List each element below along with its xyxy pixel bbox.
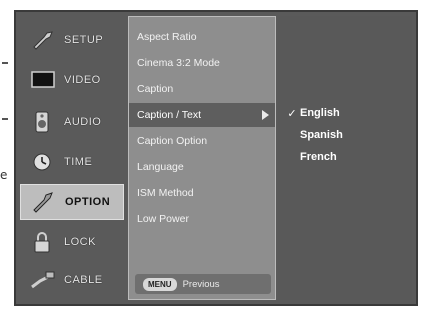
submenu-item-spanish[interactable]: Spanish [278, 124, 412, 146]
nav-item-label: AUDIO [64, 116, 102, 128]
menu-item-label: Caption / Text [137, 109, 202, 121]
nav-item-option[interactable]: OPTION [20, 184, 124, 220]
lock-icon [30, 231, 56, 253]
footer-hint-text: Previous [182, 278, 220, 290]
menu-item-caption-option[interactable]: Caption Option [129, 129, 275, 153]
speaker-icon [30, 111, 56, 133]
caption-text-submenu: ✓ English Spanish French [278, 16, 412, 300]
submenu-item-label: English [300, 107, 340, 119]
nav-item-label: CABLE [64, 274, 103, 286]
tv-osd-screen: SETUP VIDEO AUDIO TIME OPTION LOCK CABLE… [14, 10, 418, 306]
category-sidebar: SETUP VIDEO AUDIO TIME OPTION LOCK CABLE [20, 16, 124, 300]
cable-icon [30, 269, 56, 291]
edge-tick [2, 62, 8, 64]
nav-item-label: LOCK [64, 236, 96, 248]
edge-glyph: e [0, 168, 8, 182]
nav-item-label: SETUP [64, 34, 104, 46]
wrench-icon [30, 29, 56, 51]
menu-item-caption-text[interactable]: Caption / Text [129, 103, 275, 127]
submenu-item-label: French [300, 151, 337, 163]
menu-item-low-power[interactable]: Low Power [129, 207, 275, 231]
menu-item-aspect-ratio[interactable]: Aspect Ratio [129, 25, 275, 49]
nav-item-setup[interactable]: SETUP [20, 22, 124, 58]
menu-footer-hint: MENU Previous [135, 274, 271, 294]
tool-icon [31, 191, 57, 213]
nav-item-lock[interactable]: LOCK [20, 224, 124, 260]
nav-item-audio[interactable]: AUDIO [20, 104, 124, 140]
clock-icon [30, 151, 56, 173]
monitor-icon [30, 69, 56, 91]
menu-item-language[interactable]: Language [129, 155, 275, 179]
nav-item-cable[interactable]: CABLE [20, 262, 124, 298]
checkmark-icon: ✓ [287, 106, 297, 120]
submenu-item-label: Spanish [300, 129, 343, 141]
nav-item-label: TIME [64, 156, 93, 168]
option-menu-panel: Aspect Ratio Cinema 3:2 Mode Caption Cap… [128, 16, 276, 300]
submenu-arrow-icon [262, 110, 269, 120]
edge-tick [2, 118, 8, 120]
nav-item-label: VIDEO [64, 74, 101, 86]
menu-item-caption[interactable]: Caption [129, 77, 275, 101]
nav-item-label: OPTION [65, 196, 111, 208]
nav-item-time[interactable]: TIME [20, 144, 124, 180]
nav-item-video[interactable]: VIDEO [20, 62, 124, 98]
menu-key-badge: MENU [143, 277, 177, 291]
submenu-item-french[interactable]: French [278, 146, 412, 168]
menu-item-ism-method[interactable]: ISM Method [129, 181, 275, 205]
submenu-item-english[interactable]: ✓ English [278, 102, 412, 124]
menu-item-cinema-mode[interactable]: Cinema 3:2 Mode [129, 51, 275, 75]
